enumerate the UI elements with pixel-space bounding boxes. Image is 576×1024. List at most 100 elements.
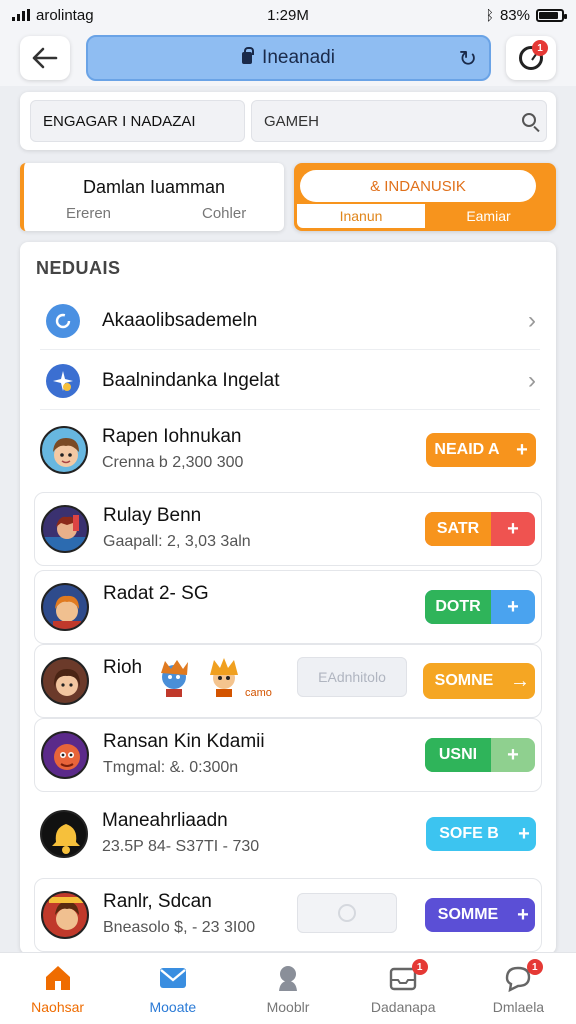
home-icon	[45, 966, 70, 990]
nav-item-label: Akaaolibsademeln	[102, 309, 258, 331]
game-title: Ransan Kin Kdamii	[103, 731, 265, 752]
plus-icon: +	[507, 517, 519, 540]
chevron-right-icon: ›	[528, 366, 536, 394]
tab-home[interactable]: Naohsar	[0, 953, 115, 1024]
mode-card-option-1[interactable]: Ereren	[66, 205, 111, 222]
button-label: SOFE B	[439, 825, 499, 842]
game-title: Rulay Benn	[103, 505, 202, 526]
game-list-card: NEDUAIS Akaaolibsademeln › Baalnindanka …	[20, 242, 556, 954]
mode-pill[interactable]: & INDANUSIK	[300, 170, 536, 202]
game-avatar	[41, 891, 89, 939]
game-subtitle: Tmgmal: &. 0:300n	[103, 759, 239, 776]
list-item[interactable]: Maneahrliaadn 23.5P 84- S37TI - 730 SOFE…	[34, 798, 542, 872]
section-title: NEDUAIS	[36, 258, 121, 278]
tab-label: Dadanapa	[370, 999, 436, 1015]
game-subtitle: Crenna b 2,300 300	[102, 454, 244, 471]
game-avatar	[41, 731, 89, 779]
game-avatar	[41, 657, 89, 705]
filter-field[interactable]: ENGAGAR I NADAZAI	[30, 100, 245, 142]
mail-icon	[159, 968, 186, 988]
list-nav-item-2[interactable]: Baalnindanka Ingelat ›	[40, 352, 540, 410]
game-action-button[interactable]: SOFE B +	[426, 817, 536, 851]
mode-card-left[interactable]: Damlan Iuamman Ereren Cohler	[20, 163, 284, 231]
button-label: NEAID A	[434, 441, 500, 458]
address-text: Ineanadi	[262, 47, 335, 68]
list-item[interactable]: Rioh camo EAdnhitolo SOMNE →	[34, 644, 542, 718]
top-navigation: Ineanadi ↻ 1	[0, 30, 576, 86]
address-bar[interactable]: Ineanadi ↻	[86, 35, 491, 81]
plus-icon: +	[518, 822, 530, 845]
sparkle-icon	[46, 363, 80, 398]
tab-label: Mooate	[149, 999, 197, 1015]
button-label: SATR	[425, 512, 491, 546]
mode-card-option-2[interactable]: Cohler	[202, 205, 246, 222]
carrier-label: arolintag	[36, 6, 94, 24]
refresh-circle-icon	[46, 303, 80, 338]
timer-button[interactable]: 1	[506, 36, 556, 80]
game-avatar	[41, 505, 89, 553]
notification-badge: 1	[411, 959, 428, 975]
game-title: Rapen Iohnukan	[102, 426, 242, 447]
game-subtitle: 23.5P 84- S37TI - 730	[102, 838, 260, 855]
clock: 1:29M	[267, 6, 309, 24]
plus-icon: +	[507, 743, 519, 766]
tab-messages[interactable]: Mooate	[115, 953, 230, 1024]
game-avatar	[40, 426, 88, 474]
back-button[interactable]	[20, 36, 70, 80]
battery-icon	[536, 8, 567, 22]
button-label: SOMME	[437, 906, 499, 923]
tab-profile[interactable]: Mooblr	[230, 953, 345, 1024]
mode-card-right[interactable]: & INDANUSIK Inanun Eamiar	[294, 163, 556, 231]
chevron-right-icon: ›	[528, 306, 536, 334]
arrow-left-icon	[32, 47, 58, 69]
game-action-button[interactable]: DOTR +	[425, 590, 535, 624]
game-action-button[interactable]: SATR +	[425, 512, 535, 546]
mode-card-title: Damlan Iuamman	[82, 177, 226, 197]
game-action-button[interactable]: USNI +	[425, 738, 535, 772]
button-label: SOMNE	[434, 672, 494, 689]
game-action-button[interactable]: SOMNE →	[423, 663, 535, 699]
segment-left[interactable]: Inanun	[297, 204, 425, 228]
list-item[interactable]: Ranlr, Sdcan Bneasolo $, - 23 3I00 SOMME…	[34, 878, 542, 952]
tab-inbox[interactable]: 1 Dadanapa	[346, 953, 461, 1024]
list-nav-item-1[interactable]: Akaaolibsademeln ›	[40, 292, 540, 350]
search-card: ENGAGAR I NADAZAI GAMEH	[20, 92, 556, 150]
game-action-button[interactable]: NEAID A +	[426, 433, 536, 467]
image-placeholder-icon	[338, 904, 356, 922]
arrow-right-icon: →	[510, 669, 530, 692]
profile-icon	[279, 966, 297, 991]
list-item[interactable]: Radat 2- SG DOTR +	[34, 570, 542, 644]
notification-badge: 1	[526, 959, 543, 975]
battery-percent: 83%	[499, 6, 530, 24]
placeholder-box: EAdnhitolo	[297, 657, 407, 697]
search-icon[interactable]	[522, 113, 536, 127]
list-item[interactable]: Rulay Benn Gaapall: 2, 3,03 3aln SATR +	[34, 492, 542, 566]
tab-label: Dmlaela	[492, 999, 545, 1015]
tab-chat[interactable]: 1 Dmlaela	[461, 953, 576, 1024]
game-title: Rioh	[103, 657, 143, 678]
nav-item-label: Baalnindanka Ingelat	[102, 369, 280, 391]
game-avatar	[41, 583, 89, 631]
segment-right[interactable]: Eamiar	[425, 204, 552, 228]
tab-label: Naohsar	[31, 999, 85, 1015]
search-input-value: GAMEH	[264, 112, 320, 130]
lock-icon	[242, 47, 255, 64]
plus-icon: +	[516, 438, 528, 461]
reload-icon[interactable]: ↻	[459, 46, 477, 72]
bottom-navigation: Naohsar Mooate Mooblr 1 Dadanapa 1 Dmlae…	[0, 952, 576, 1024]
search-input[interactable]: GAMEH	[251, 100, 547, 142]
tab-label: Mooblr	[266, 999, 310, 1015]
character-orange-icon	[210, 658, 238, 697]
game-title: Maneahrliaadn	[102, 810, 228, 831]
character-blue-icon	[161, 660, 188, 697]
placeholder-box	[297, 893, 397, 933]
game-title: Radat 2- SG	[103, 583, 209, 604]
button-label: USNI	[425, 738, 491, 772]
bluetooth-icon: ᛒ	[485, 7, 494, 23]
plus-icon: +	[517, 903, 529, 926]
list-item[interactable]: Ransan Kin Kdamii Tmgmal: &. 0:300n USNI…	[34, 718, 542, 792]
list-item[interactable]: Rapen Iohnukan Crenna b 2,300 300 NEAID …	[34, 414, 542, 488]
game-title: Ranlr, Sdcan	[103, 891, 212, 912]
game-avatar	[40, 810, 88, 858]
game-action-button[interactable]: SOMME +	[425, 898, 535, 932]
